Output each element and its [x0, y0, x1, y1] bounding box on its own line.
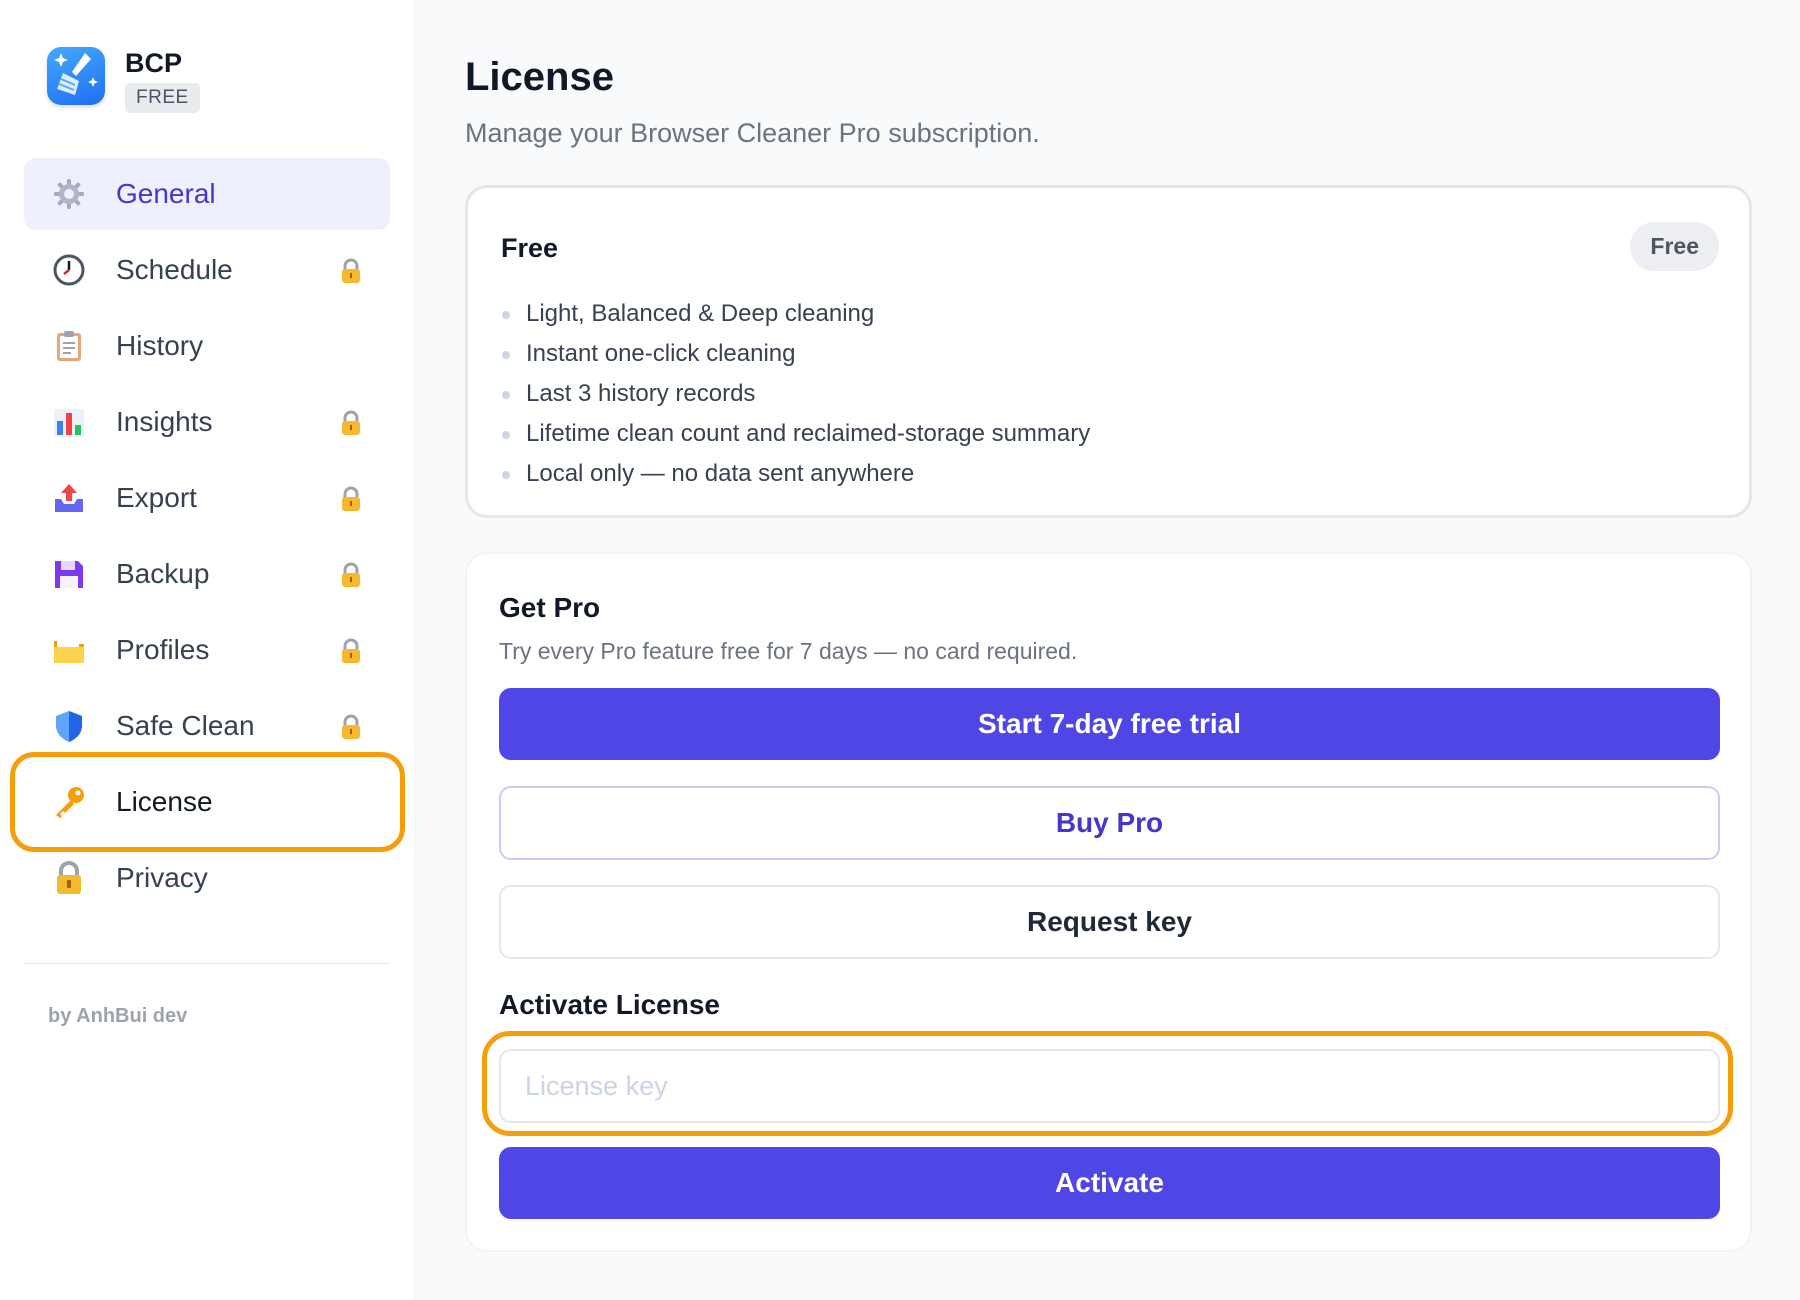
request-key-button[interactable]: Request key [499, 885, 1720, 959]
sidebar-item-label: General [116, 178, 216, 209]
sidebar-item-label: Safe Clean [116, 710, 255, 741]
list-item: Last 3 history records [502, 374, 1090, 414]
bar-chart-icon [52, 405, 86, 439]
export-tray-icon [52, 481, 86, 515]
activate-button[interactable]: Activate [499, 1147, 1720, 1219]
plan-badge: Free [1630, 222, 1719, 271]
list-item: Lifetime clean count and reclaimed-stora… [502, 414, 1090, 454]
sidebar: BCP FREE General Schedule History Insigh… [0, 0, 415, 1300]
brand: BCP FREE [47, 47, 200, 113]
folder-icon [52, 633, 86, 667]
list-item: Local only — no data sent anywhere [502, 454, 1090, 494]
sidebar-item-label: Privacy [116, 862, 208, 893]
lock-icon [340, 562, 362, 588]
app-name: BCP [125, 48, 183, 78]
broom-sparkle-icon [47, 47, 105, 105]
lock-icon [340, 638, 362, 664]
page-subtitle: Manage your Browser Cleaner Pro subscrip… [465, 118, 1040, 148]
sidebar-item-label: Schedule [116, 254, 233, 285]
page-title: License [465, 55, 614, 99]
license-key-input[interactable] [499, 1049, 1720, 1123]
lock-icon [340, 410, 362, 436]
floppy-disk-icon [52, 557, 86, 591]
plan-title: Free [501, 233, 559, 263]
sidebar-item-label: History [116, 330, 204, 361]
author-credit: by AnhBui dev [48, 1005, 188, 1027]
sidebar-item-label: Export [116, 482, 197, 513]
list-item: Light, Balanced & Deep cleaning [502, 294, 1090, 334]
free-plan-card: Free Free Light, Balanced & Deep cleanin… [465, 185, 1752, 518]
shield-icon [52, 709, 86, 743]
gear-icon [52, 177, 86, 211]
sidebar-item-label: Profiles [116, 634, 210, 665]
sidebar-item-privacy[interactable]: Privacy [24, 842, 390, 914]
feature-list: Light, Balanced & Deep cleaning Instant … [502, 294, 1090, 494]
get-pro-title: Get Pro [499, 592, 601, 623]
sidebar-item-schedule[interactable]: Schedule [24, 234, 390, 306]
sidebar-item-export[interactable]: Export [24, 462, 390, 534]
get-pro-subtitle: Try every Pro feature free for 7 days — … [499, 638, 1078, 664]
buy-pro-button[interactable]: Buy Pro [499, 786, 1720, 860]
lock-icon [340, 486, 362, 512]
sidebar-item-label: Insights [116, 406, 213, 437]
get-pro-card: Get Pro Try every Pro feature free for 7… [465, 552, 1752, 1252]
sidebar-item-insights[interactable]: Insights [24, 386, 390, 458]
lock-icon [340, 714, 362, 740]
list-item: Instant one-click cleaning [502, 334, 1090, 374]
sidebar-item-label: Backup [116, 558, 210, 589]
start-trial-button[interactable]: Start 7-day free trial [499, 688, 1720, 760]
sidebar-nav: General Schedule History Insights Export… [24, 158, 390, 918]
clock-icon [52, 253, 86, 287]
sidebar-item-license[interactable]: License [24, 766, 390, 838]
activate-license-title: Activate License [499, 989, 720, 1020]
sidebar-item-profiles[interactable]: Profiles [24, 614, 390, 686]
clipboard-icon [52, 329, 86, 363]
sidebar-divider [24, 963, 390, 964]
sidebar-item-backup[interactable]: Backup [24, 538, 390, 610]
sidebar-item-history[interactable]: History [24, 310, 390, 382]
sidebar-item-safe-clean[interactable]: Safe Clean [24, 690, 390, 762]
lock-icon [340, 258, 362, 284]
tier-badge: FREE [125, 83, 200, 113]
sidebar-item-label: License [116, 786, 213, 817]
key-icon [52, 785, 86, 819]
padlock-icon [52, 861, 86, 895]
sidebar-item-general[interactable]: General [24, 158, 390, 230]
